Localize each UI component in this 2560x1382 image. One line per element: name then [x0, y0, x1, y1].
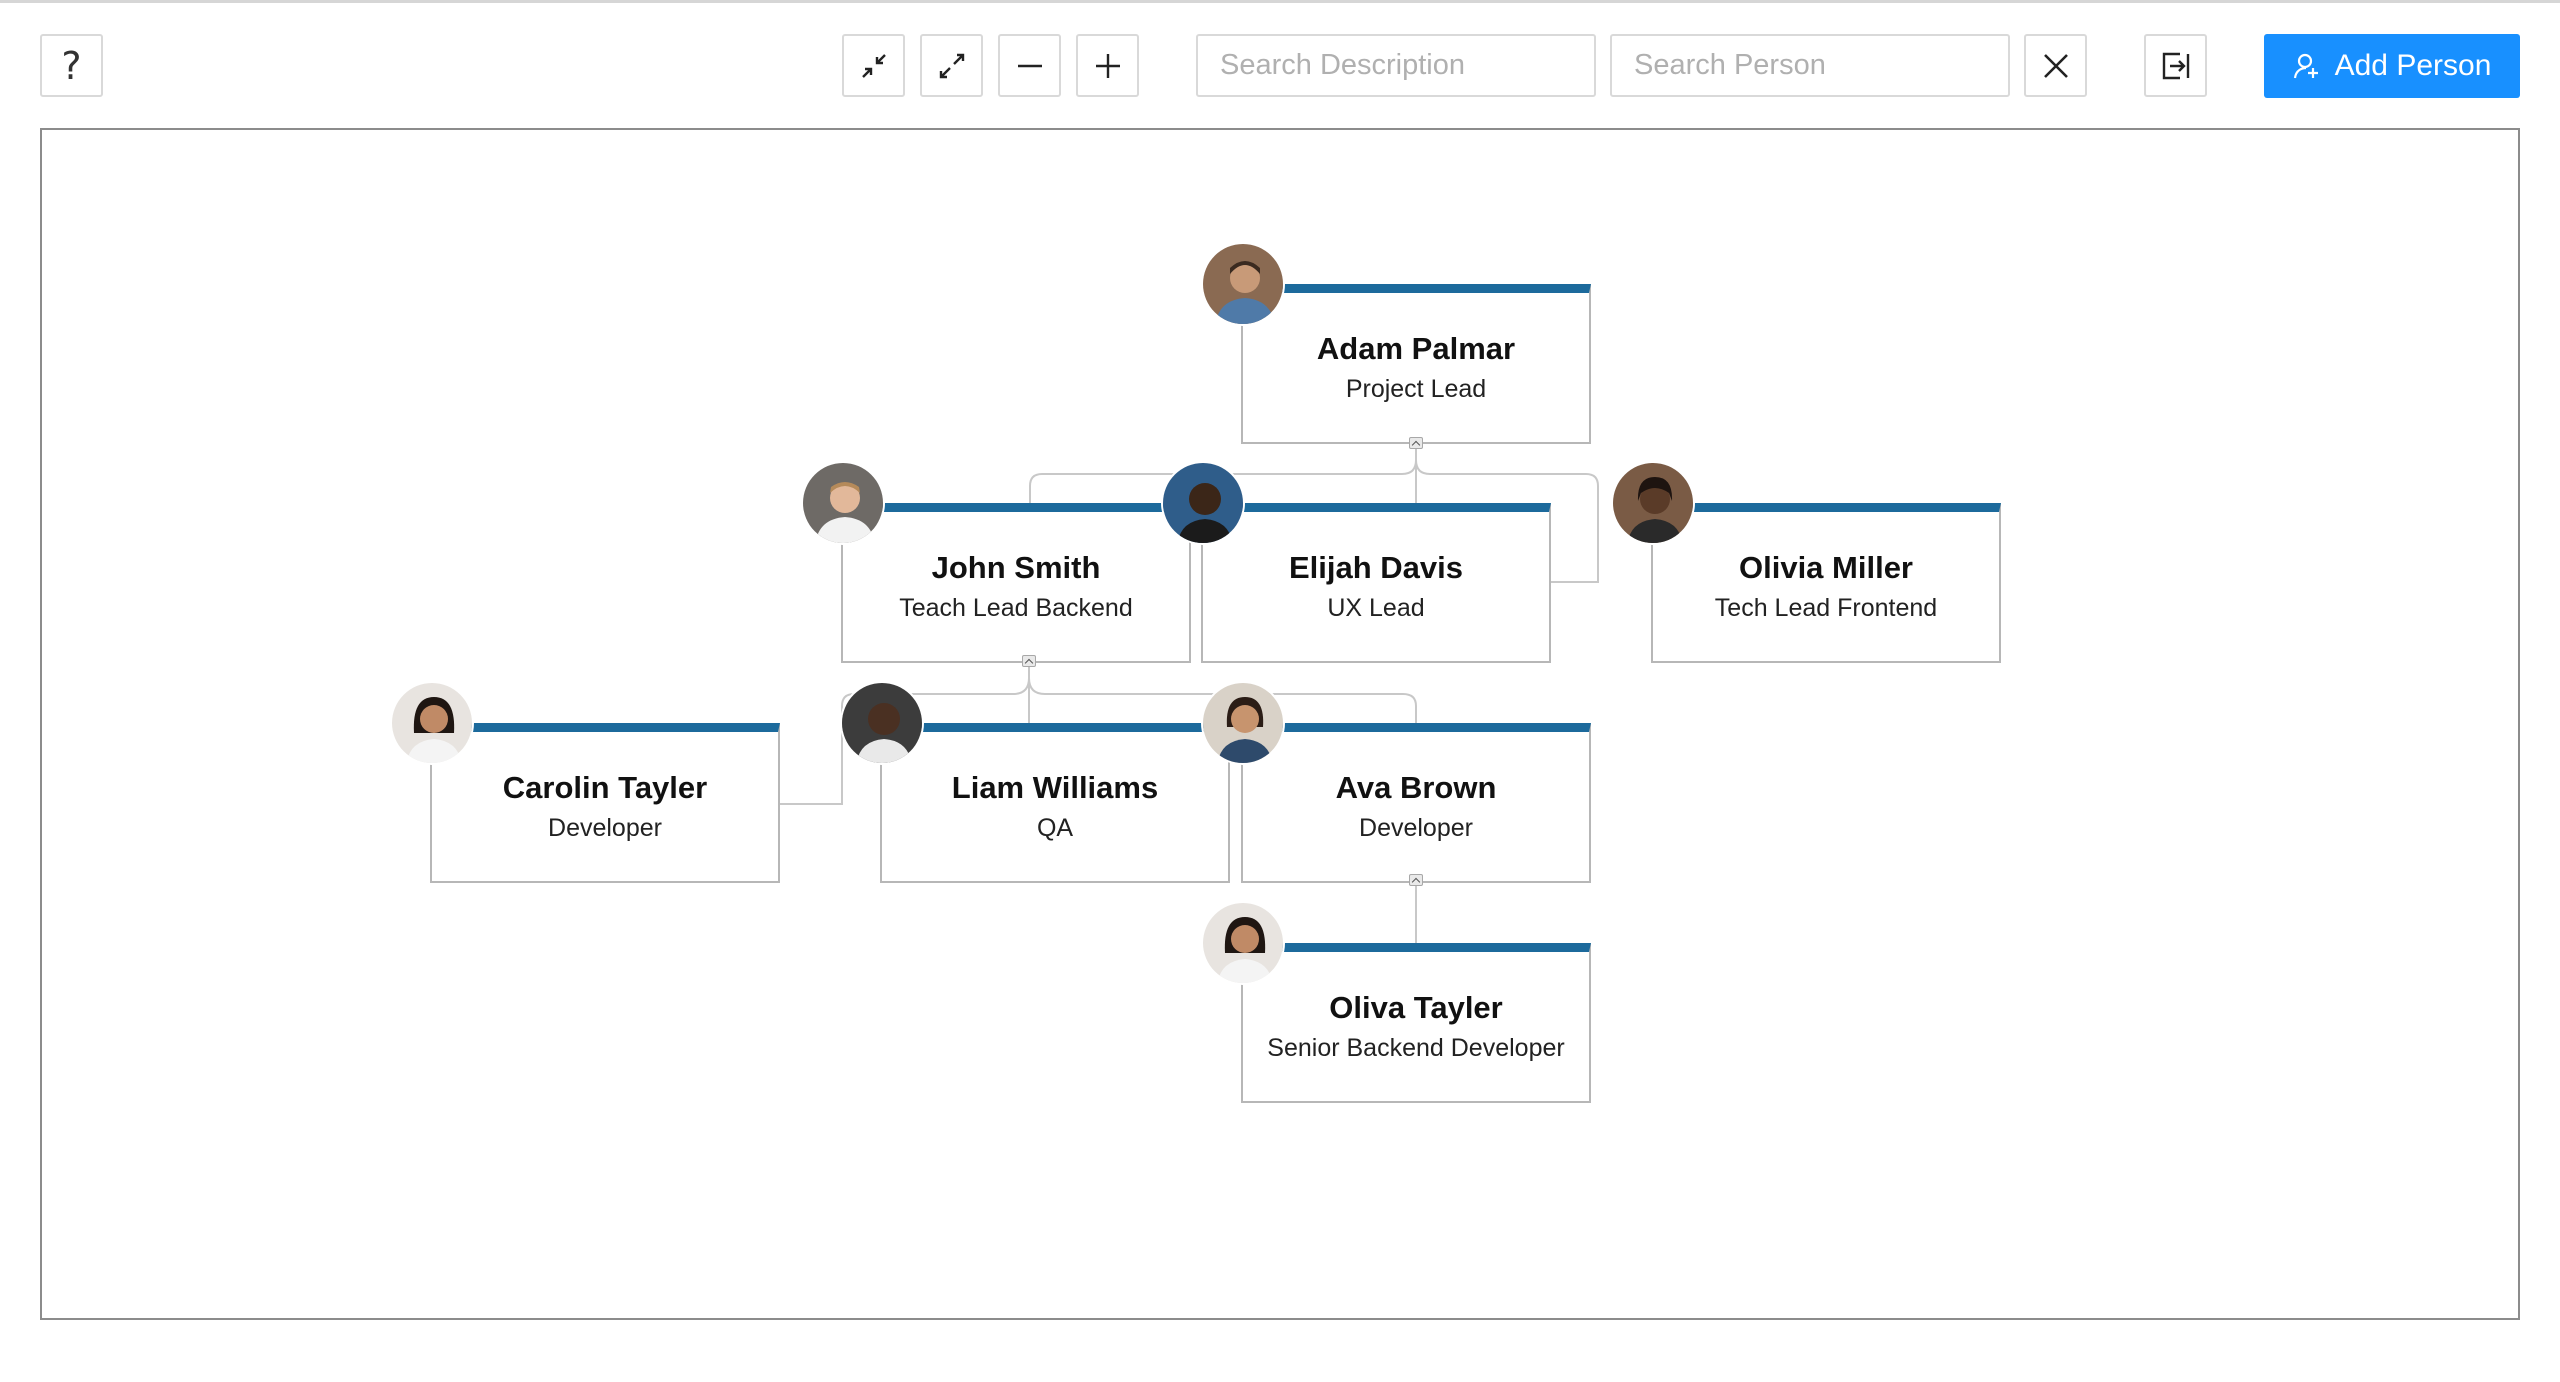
- expand-icon: [939, 53, 964, 78]
- avatar: [840, 681, 924, 765]
- person-title: Developer: [548, 814, 662, 842]
- person-title: Teach Lead Backend: [899, 594, 1133, 622]
- collapse-toggle[interactable]: [1022, 655, 1036, 667]
- person-name: Liam Williams: [951, 770, 1159, 805]
- search-description-select[interactable]: [1196, 34, 1597, 97]
- search-description-input[interactable]: [1220, 49, 1597, 82]
- org-node-elijah-davis[interactable]: Elijah Davis UX Lead: [1161, 461, 1551, 663]
- org-node-adam-palmar[interactable]: Adam Palmar Project Lead: [1201, 242, 1591, 444]
- person-title: Senior Backend Developer: [1267, 1034, 1565, 1062]
- search-person-select[interactable]: [1610, 34, 2011, 97]
- person-name: Elijah Davis: [1288, 550, 1464, 585]
- zoom-out-button[interactable]: [998, 34, 1061, 97]
- expand-button[interactable]: [920, 34, 983, 97]
- clear-search-button[interactable]: [2024, 34, 2087, 97]
- person-title: Tech Lead Frontend: [1714, 594, 1938, 622]
- avatar: [1201, 901, 1285, 985]
- person-name: Oliva Tayler: [1329, 990, 1503, 1025]
- collapse-toggle[interactable]: [1409, 437, 1423, 449]
- person-title: Developer: [1359, 814, 1473, 842]
- person-name: Adam Palmar: [1316, 331, 1516, 366]
- person-name: John Smith: [931, 550, 1101, 585]
- collapse-button[interactable]: [842, 34, 905, 97]
- avatar: [1161, 461, 1245, 545]
- avatar: [390, 681, 474, 765]
- help-button[interactable]: ?: [40, 34, 103, 97]
- person-name: Carolin Tayler: [502, 770, 708, 805]
- avatar: [1201, 681, 1285, 765]
- avatar: [801, 461, 885, 545]
- export-button[interactable]: [2144, 34, 2207, 97]
- person-name: Olivia Miller: [1738, 550, 1913, 585]
- collapse-toggle[interactable]: [1409, 874, 1423, 886]
- org-node-olivia-miller[interactable]: Olivia Miller Tech Lead Frontend: [1611, 461, 2001, 663]
- export-icon: [2162, 52, 2189, 79]
- add-person-button[interactable]: Add Person: [2264, 34, 2520, 98]
- zoom-in-icon: [1095, 53, 1120, 78]
- org-node-oliva-tayler[interactable]: Oliva Tayler Senior Backend Developer: [1201, 901, 1591, 1103]
- org-node-liam-williams[interactable]: Liam Williams QA: [840, 681, 1230, 883]
- person-title: UX Lead: [1327, 594, 1425, 622]
- top-border: [0, 0, 2560, 3]
- search-person-input[interactable]: [1634, 49, 2011, 82]
- org-node-ava-brown[interactable]: Ava Brown Developer: [1201, 681, 1591, 883]
- person-title: QA: [1036, 814, 1074, 842]
- zoom-out-icon: [1017, 64, 1042, 67]
- close-icon: [2043, 53, 2068, 78]
- avatar: [1611, 461, 1695, 545]
- help-icon: ?: [61, 43, 82, 88]
- avatar: [1201, 242, 1285, 326]
- zoom-in-button[interactable]: [1076, 34, 1139, 97]
- add-person-icon: [2293, 53, 2318, 79]
- collapse-icon: [861, 53, 886, 78]
- org-chart-canvas[interactable]: Adam Palmar Project Lead John Smith Teac…: [40, 128, 2520, 1320]
- person-title: Project Lead: [1345, 375, 1487, 403]
- person-name: Ava Brown: [1335, 770, 1497, 805]
- org-node-carolin-tayler[interactable]: Carolin Tayler Developer: [390, 681, 780, 883]
- add-person-label: Add Person: [2334, 49, 2492, 82]
- org-node-john-smith[interactable]: John Smith Teach Lead Backend: [801, 461, 1191, 663]
